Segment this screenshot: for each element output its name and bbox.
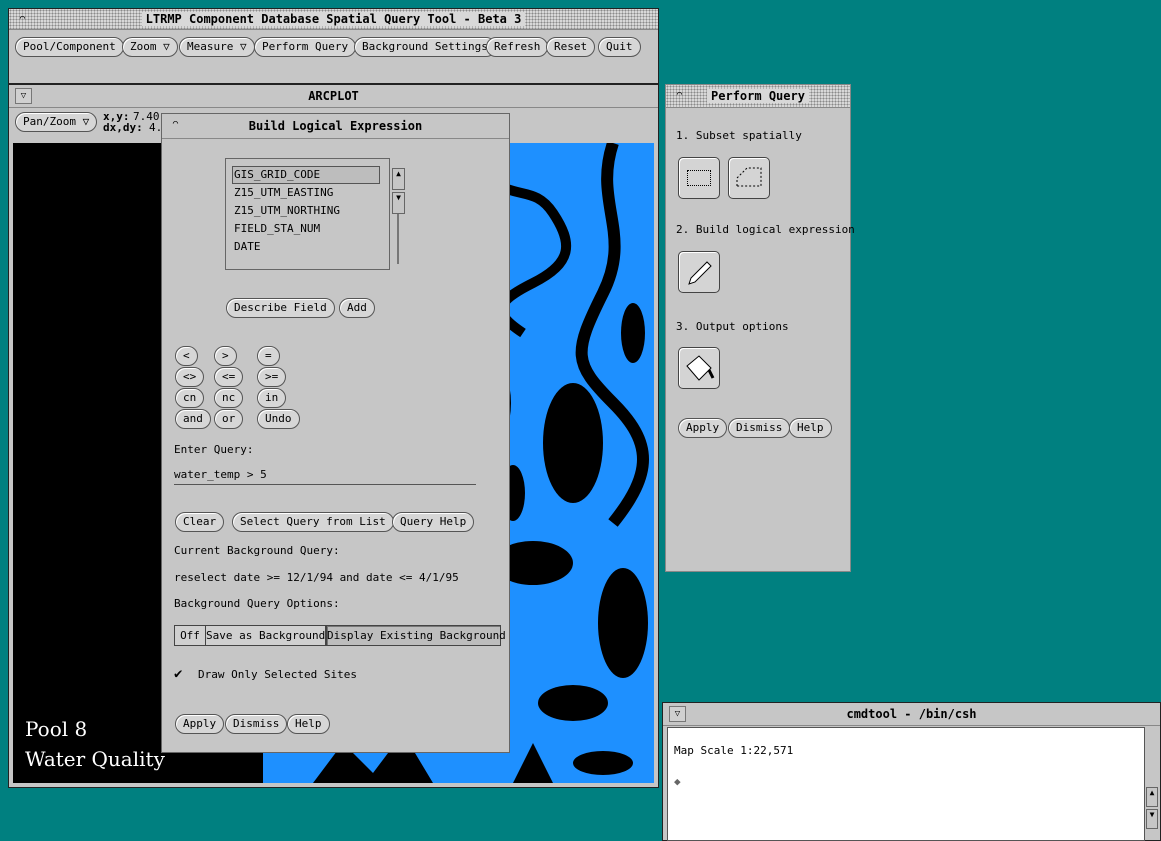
pq-help-button[interactable]: Help xyxy=(789,418,832,438)
window-menu-icon[interactable]: ▽ xyxy=(669,706,686,722)
list-item[interactable]: Z15_UTM_NORTHING xyxy=(234,204,340,217)
scroll-up-icon[interactable]: ▲ xyxy=(1146,787,1158,807)
perform-query-button[interactable]: Perform Query xyxy=(254,37,357,57)
select-query-button[interactable]: Select Query from List xyxy=(232,512,394,532)
ble-titlebar[interactable]: ◠ Build Logical Expression xyxy=(162,114,509,139)
op-cn-button[interactable]: cn xyxy=(175,388,205,408)
field-list-scrollbar[interactable]: ▲ ▼ xyxy=(392,158,405,268)
ble-help-button[interactable]: Help xyxy=(287,714,330,734)
reset-button[interactable]: Reset xyxy=(546,37,596,57)
main-titlebar[interactable]: ◠ LTRMP Component Database Spatial Query… xyxy=(9,9,658,30)
quit-button[interactable]: Quit xyxy=(598,37,641,57)
draw-only-checkbox[interactable]: ✔ xyxy=(174,667,188,681)
list-item[interactable]: GIS_GRID_CODE xyxy=(234,168,320,181)
cmdtool-titlebar[interactable]: ▽ cmdtool - /bin/csh xyxy=(663,703,1160,726)
bg-option-save[interactable]: Save as Background xyxy=(205,625,326,646)
op-less-button[interactable]: < xyxy=(175,346,198,366)
cmdtool-window: ▽ cmdtool - /bin/csh Map Scale 1:22,571 … xyxy=(662,702,1161,841)
zoom-menu-button[interactable]: Zoom ▽ xyxy=(122,37,178,57)
query-input-value: water_temp > 5 xyxy=(174,468,267,481)
scroll-down-icon[interactable]: ▼ xyxy=(1146,809,1158,829)
desktop: { "main_window": { "title": "LTRMP Compo… xyxy=(0,0,1161,841)
pencil-icon[interactable] xyxy=(678,251,720,293)
field-list[interactable]: GIS_GRID_CODE Z15_UTM_EASTING Z15_UTM_NO… xyxy=(225,158,390,270)
terminal-scrollbar[interactable]: ▲ ▼ xyxy=(1146,731,1158,837)
undo-button[interactable]: Undo xyxy=(257,409,300,429)
describe-field-button[interactable]: Describe Field xyxy=(226,298,335,318)
pool-component-button[interactable]: Pool/Component xyxy=(15,37,124,57)
terminal-line: Map Scale 1:22,571 xyxy=(674,744,794,757)
rectangle-select-icon[interactable] xyxy=(678,157,720,199)
arcplot-titlebar[interactable]: ▽ ARCPLOT xyxy=(9,85,658,108)
current-bg-value: reselect date >= 12/1/94 and date <= 4/1… xyxy=(174,571,459,584)
ble-apply-button[interactable]: Apply xyxy=(175,714,225,734)
step-build-label: 2. Build logical expression xyxy=(676,223,855,236)
ble-title: Build Logical Expression xyxy=(244,119,427,133)
pushpin-icon[interactable]: ◠ xyxy=(168,117,183,131)
window-menu-icon[interactable]: ◠ xyxy=(15,12,30,26)
op-or-button[interactable]: or xyxy=(214,409,244,429)
scroll-up-icon[interactable]: ▲ xyxy=(392,168,405,190)
pq-dismiss-button[interactable]: Dismiss xyxy=(728,418,791,438)
list-item[interactable]: DATE xyxy=(234,240,261,253)
terminal-area[interactable]: Map Scale 1:22,571 ◆ xyxy=(667,727,1145,841)
pq-apply-button[interactable]: Apply xyxy=(678,418,728,438)
current-bg-label: Current Background Query: xyxy=(174,544,340,557)
step-subset-label: 1. Subset spatially xyxy=(676,129,802,142)
dxdy-label: dx,dy: xyxy=(103,121,143,134)
perform-query-window: ◠ Perform Query 1. Subset spatially 2. B… xyxy=(665,84,855,572)
op-greater-button[interactable]: > xyxy=(214,346,237,366)
clear-button[interactable]: Clear xyxy=(175,512,225,532)
bg-option-display[interactable]: Display Existing Background xyxy=(326,625,506,646)
op-and-button[interactable]: and xyxy=(175,409,211,429)
scroll-track[interactable] xyxy=(397,214,399,264)
measure-menu-button[interactable]: Measure ▽ xyxy=(179,37,255,57)
op-lessequal-button[interactable]: <= xyxy=(214,367,244,387)
bg-options-label: Background Query Options: xyxy=(174,597,340,610)
bg-option-off[interactable]: Off xyxy=(174,625,206,646)
draw-only-label: Draw Only Selected Sites xyxy=(198,668,357,681)
panzoom-menu-button[interactable]: Pan/Zoom ▽ xyxy=(15,112,98,132)
step-output-label: 3. Output options xyxy=(676,320,789,333)
paint-bucket-icon[interactable] xyxy=(678,347,720,389)
cmdtool-title: cmdtool - /bin/csh xyxy=(842,707,981,721)
arcplot-title: ARCPLOT xyxy=(304,89,363,103)
list-item[interactable]: FIELD_STA_NUM xyxy=(234,222,320,235)
main-tool-window: ◠ LTRMP Component Database Spatial Query… xyxy=(8,8,659,84)
op-nc-button[interactable]: nc xyxy=(214,388,244,408)
build-logical-expression-dialog: ◠ Build Logical Expression GIS_GRID_CODE… xyxy=(161,113,510,753)
ble-dismiss-button[interactable]: Dismiss xyxy=(225,714,288,734)
main-menubar: Pool/Component Zoom ▽ Measure ▽ Perform … xyxy=(9,31,658,61)
enter-query-label: Enter Query: xyxy=(174,443,254,456)
op-in-button[interactable]: in xyxy=(257,388,287,408)
background-settings-button[interactable]: Background Settings xyxy=(354,37,496,57)
map-title-component: Water Quality xyxy=(25,747,165,771)
op-greaterequal-button[interactable]: >= xyxy=(257,367,287,387)
perform-query-titlebar[interactable]: ◠ Perform Query xyxy=(666,85,850,108)
query-help-button[interactable]: Query Help xyxy=(392,512,475,532)
window-menu-icon[interactable]: ▽ xyxy=(15,88,32,104)
add-button[interactable]: Add xyxy=(339,298,375,318)
polygon-select-icon[interactable] xyxy=(728,157,770,199)
scroll-down-icon[interactable]: ▼ xyxy=(392,192,405,214)
list-item[interactable]: Z15_UTM_EASTING xyxy=(234,186,333,199)
op-equal-button[interactable]: = xyxy=(257,346,280,366)
op-notequal-button[interactable]: <> xyxy=(175,367,205,387)
pushpin-icon[interactable]: ◠ xyxy=(672,88,687,102)
terminal-prompt: ◆ xyxy=(674,775,681,788)
perform-query-title: Perform Query xyxy=(707,89,809,103)
map-title-pool: Pool 8 xyxy=(25,717,88,741)
main-title: LTRMP Component Database Spatial Query T… xyxy=(141,12,526,26)
query-input[interactable]: water_temp > 5 xyxy=(174,468,476,485)
refresh-button[interactable]: Refresh xyxy=(486,37,549,57)
